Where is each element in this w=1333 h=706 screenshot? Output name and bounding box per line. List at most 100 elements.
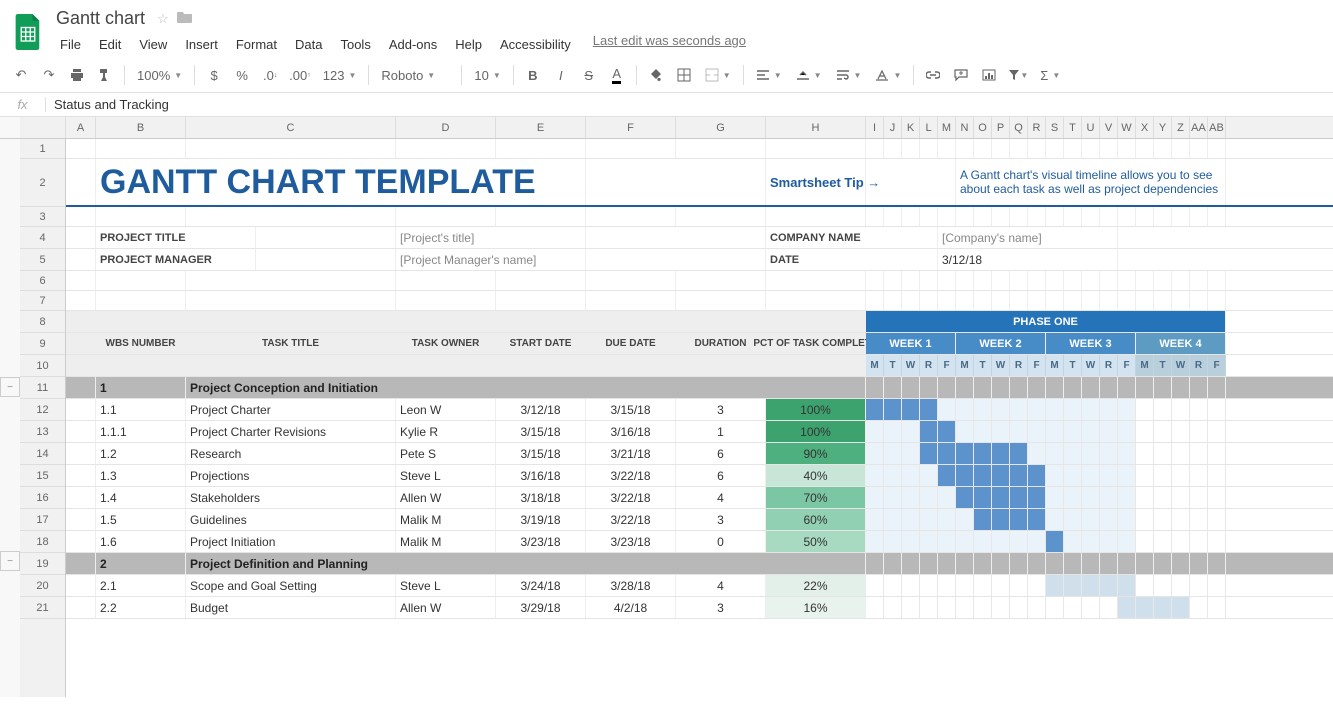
vertical-align-button[interactable]: ▼ — [790, 62, 828, 88]
print-button[interactable] — [64, 62, 90, 88]
gantt-cell[interactable] — [1172, 575, 1190, 596]
cell[interactable] — [1172, 377, 1190, 398]
wbs-cell[interactable]: 1.2 — [96, 443, 186, 464]
cell[interactable] — [1100, 139, 1118, 158]
insert-chart-button[interactable] — [976, 62, 1002, 88]
col-header-X[interactable]: X — [1136, 117, 1154, 138]
row-header-3[interactable]: 3 — [20, 207, 65, 227]
cell[interactable] — [902, 291, 920, 310]
gantt-cell[interactable] — [902, 509, 920, 530]
gantt-cell[interactable] — [1082, 575, 1100, 596]
gantt-cell[interactable] — [1190, 465, 1208, 486]
cell[interactable] — [1118, 271, 1136, 290]
cell[interactable] — [66, 139, 96, 158]
cell[interactable] — [256, 227, 396, 248]
cell[interactable] — [766, 207, 866, 226]
gantt-cell[interactable] — [920, 597, 938, 618]
col-header-B[interactable]: B — [96, 117, 186, 138]
start-date-cell[interactable]: 3/24/18 — [496, 575, 586, 596]
start-date-cell[interactable]: 3/29/18 — [496, 597, 586, 618]
task-title-cell[interactable]: Research — [186, 443, 396, 464]
row-header-7[interactable]: 7 — [20, 291, 65, 311]
cell[interactable] — [1100, 207, 1118, 226]
strikethrough-button[interactable]: S — [576, 62, 602, 88]
gantt-cell[interactable] — [974, 597, 992, 618]
due-date-cell[interactable]: 3/23/18 — [586, 531, 676, 552]
gantt-cell[interactable] — [1064, 443, 1082, 464]
cell[interactable] — [884, 207, 902, 226]
task-owner-cell[interactable]: Steve L — [396, 575, 496, 596]
gantt-cell[interactable] — [866, 465, 884, 486]
due-date-cell[interactable]: 3/16/18 — [586, 421, 676, 442]
cell[interactable] — [66, 355, 96, 376]
duration-cell[interactable]: 1 — [676, 421, 766, 442]
gantt-cell[interactable] — [1154, 597, 1172, 618]
cell[interactable] — [1208, 377, 1226, 398]
gantt-cell[interactable] — [992, 399, 1010, 420]
cell[interactable] — [766, 311, 866, 332]
cell[interactable] — [496, 139, 586, 158]
gantt-cell[interactable] — [1136, 575, 1154, 596]
gantt-cell[interactable] — [1136, 597, 1154, 618]
gantt-cell[interactable] — [884, 487, 902, 508]
due-date-cell[interactable]: 3/22/18 — [586, 465, 676, 486]
cell[interactable] — [1010, 553, 1028, 574]
col-header-E[interactable]: E — [496, 117, 586, 138]
due-date-cell[interactable]: 3/15/18 — [586, 399, 676, 420]
cell[interactable] — [396, 355, 496, 376]
cell[interactable] — [586, 139, 676, 158]
redo-button[interactable]: ↷ — [36, 62, 62, 88]
col-header-U[interactable]: U — [1082, 117, 1100, 138]
task-owner-cell[interactable]: Leon W — [396, 399, 496, 420]
cell[interactable] — [186, 139, 396, 158]
gantt-cell[interactable] — [1028, 421, 1046, 442]
project-title-value[interactable]: [Project's title] — [396, 227, 586, 248]
cell[interactable] — [1154, 377, 1172, 398]
gantt-cell[interactable] — [1172, 597, 1190, 618]
gantt-cell[interactable] — [938, 465, 956, 486]
cell[interactable] — [938, 291, 956, 310]
gantt-cell[interactable] — [1010, 531, 1028, 552]
bold-button[interactable]: B — [520, 62, 546, 88]
gantt-cell[interactable] — [956, 509, 974, 530]
cell[interactable] — [66, 531, 96, 552]
cell[interactable] — [1100, 553, 1118, 574]
date-value[interactable]: 3/12/18 — [938, 249, 1118, 270]
gantt-cell[interactable] — [1100, 575, 1118, 596]
cell[interactable] — [396, 207, 496, 226]
gantt-cell[interactable] — [884, 421, 902, 442]
decrease-decimal-button[interactable]: .0↓ — [257, 62, 283, 88]
row-header-14[interactable]: 14 — [20, 443, 65, 465]
wbs-cell[interactable]: 1.1 — [96, 399, 186, 420]
gantt-cell[interactable] — [938, 421, 956, 442]
cell[interactable] — [902, 139, 920, 158]
cell[interactable] — [1046, 139, 1064, 158]
gantt-cell[interactable] — [1136, 443, 1154, 464]
gantt-cell[interactable] — [1046, 487, 1064, 508]
cell[interactable] — [676, 271, 766, 290]
cell[interactable] — [1082, 377, 1100, 398]
cell[interactable] — [1028, 139, 1046, 158]
gantt-cell[interactable] — [920, 487, 938, 508]
gantt-cell[interactable] — [866, 487, 884, 508]
gantt-cell[interactable] — [1154, 575, 1172, 596]
gantt-cell[interactable] — [1046, 575, 1064, 596]
row-header-1[interactable]: 1 — [20, 139, 65, 159]
gantt-cell[interactable] — [1046, 597, 1064, 618]
gantt-cell[interactable] — [974, 443, 992, 464]
gantt-cell[interactable] — [1010, 443, 1028, 464]
gantt-cell[interactable] — [1172, 465, 1190, 486]
gantt-cell[interactable] — [938, 531, 956, 552]
cell[interactable] — [496, 311, 586, 332]
gantt-cell[interactable] — [974, 399, 992, 420]
due-date-cell[interactable]: 3/28/18 — [586, 575, 676, 596]
gantt-cell[interactable] — [1172, 487, 1190, 508]
task-title-cell[interactable]: Budget — [186, 597, 396, 618]
cell[interactable] — [920, 207, 938, 226]
cell[interactable] — [586, 227, 766, 248]
cell[interactable] — [938, 553, 956, 574]
gantt-cell[interactable] — [1082, 421, 1100, 442]
cell[interactable] — [1064, 207, 1082, 226]
cell[interactable] — [974, 377, 992, 398]
cell[interactable] — [96, 291, 186, 310]
